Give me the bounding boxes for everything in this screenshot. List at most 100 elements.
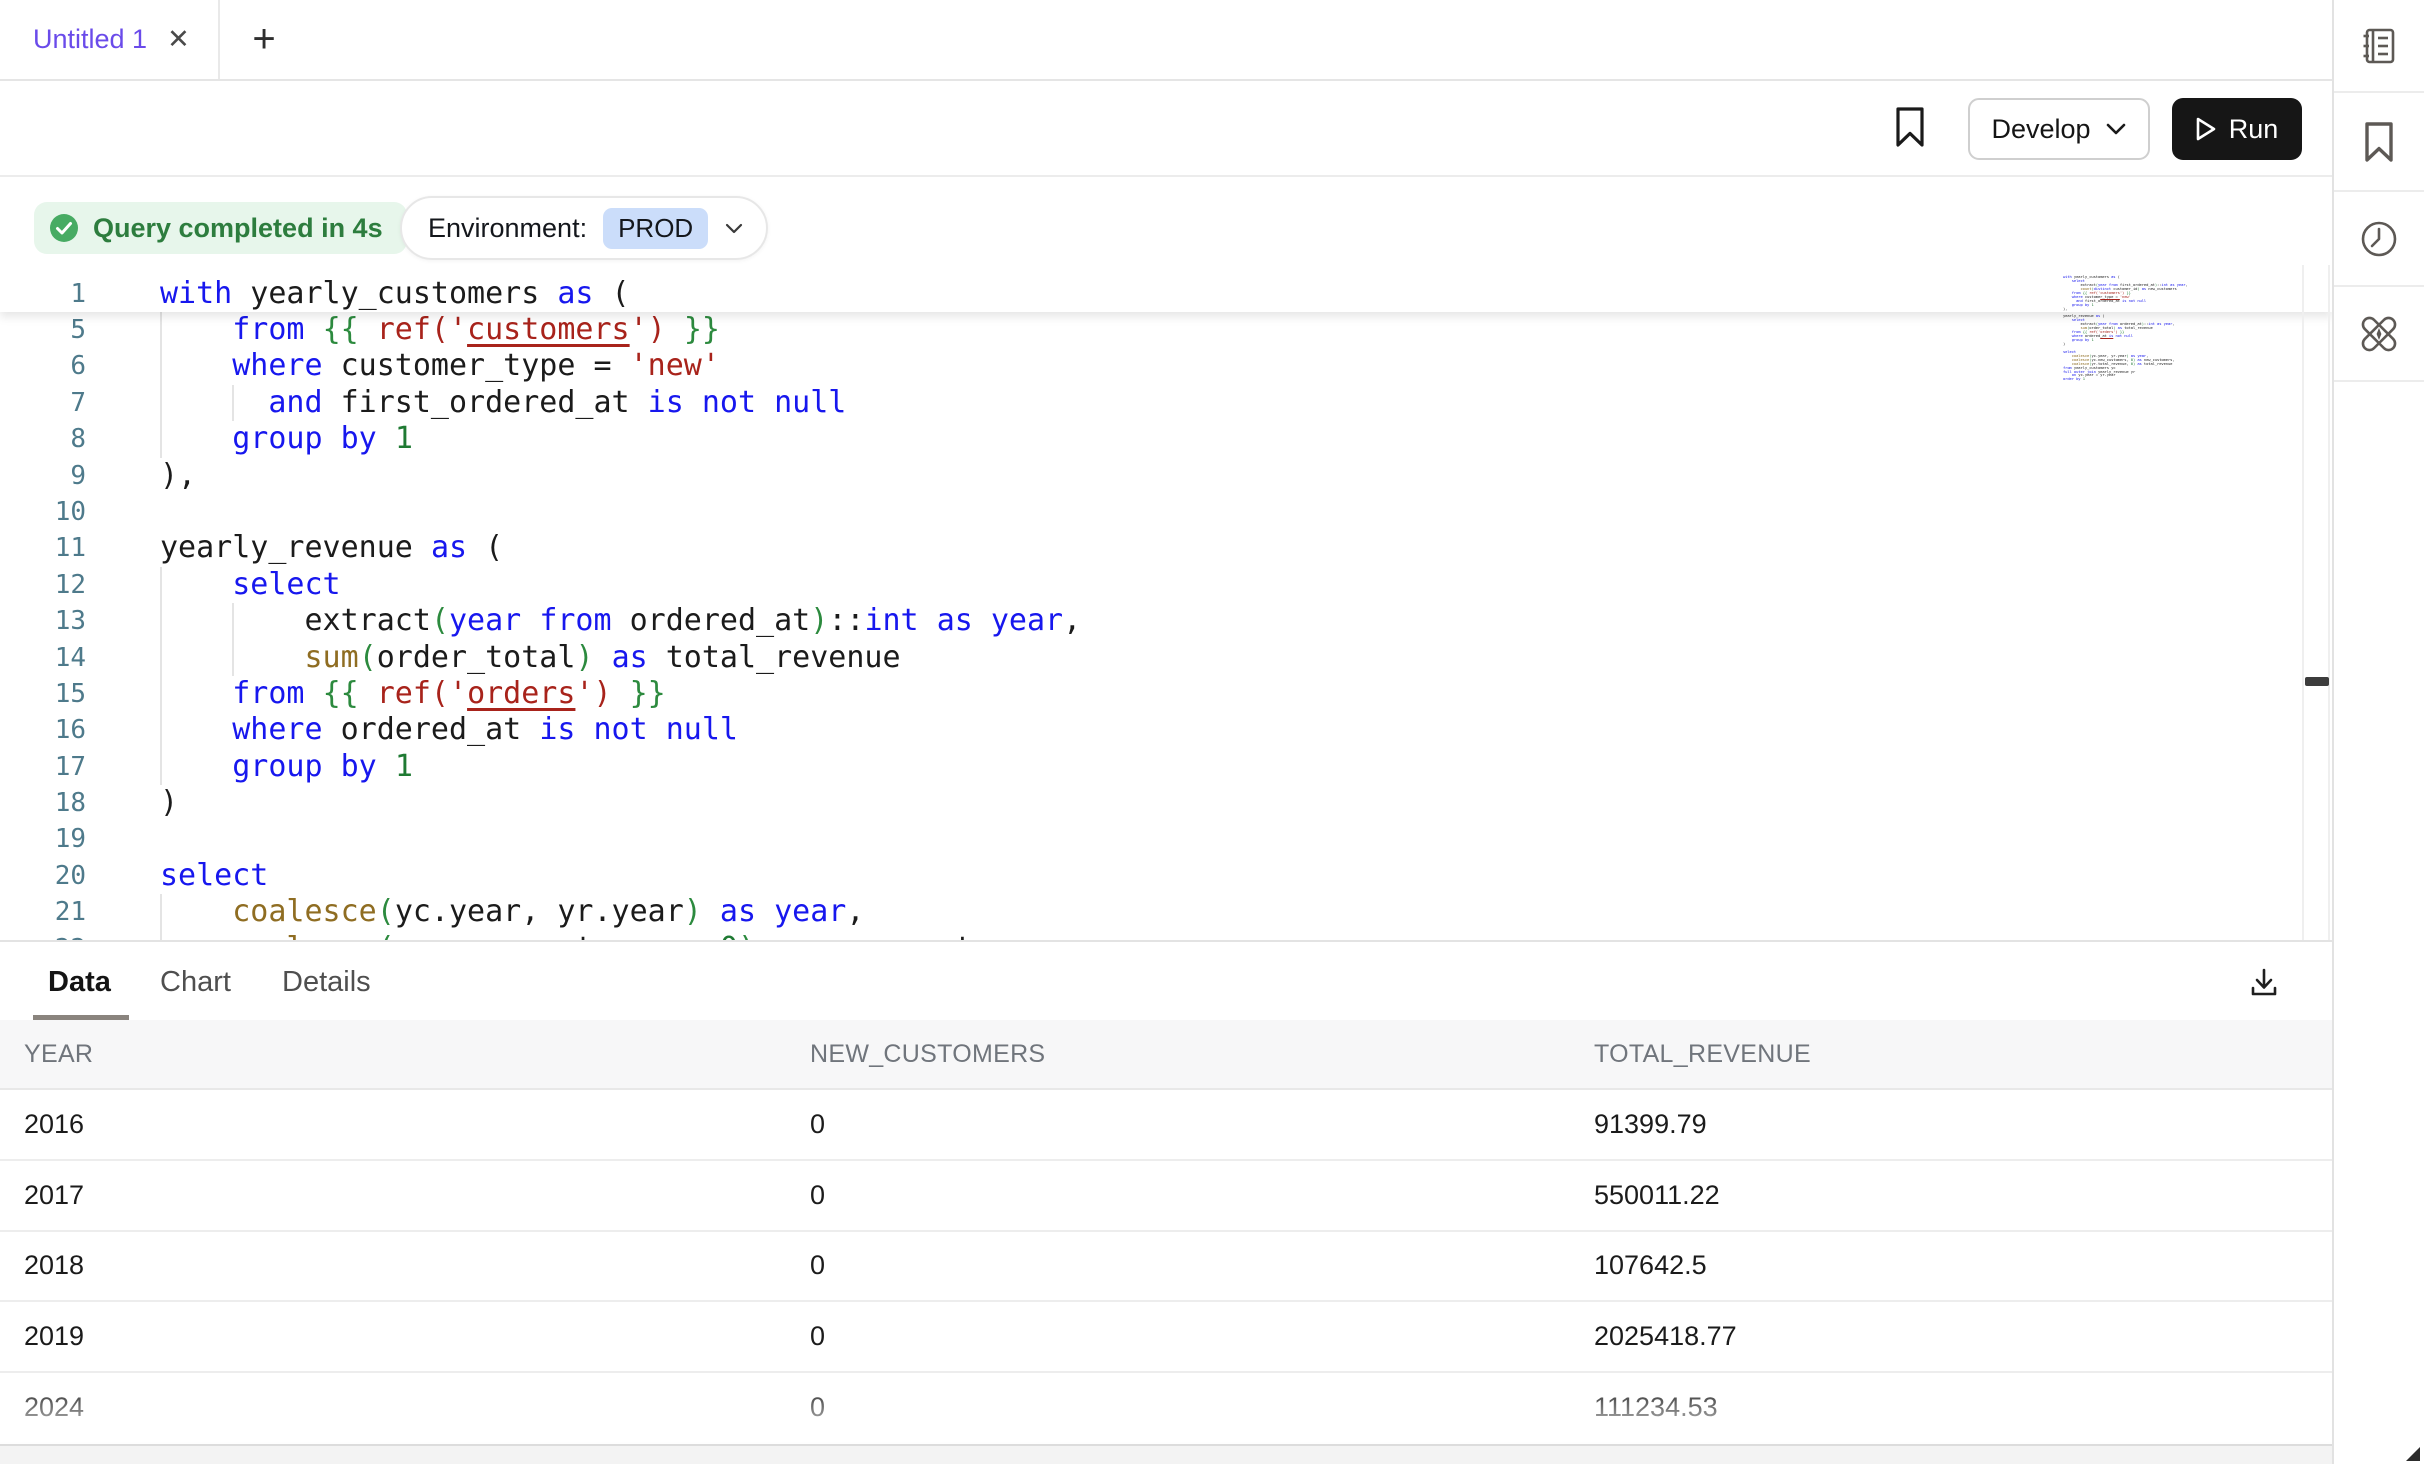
code-line[interactable]: 5 from {{ ref('customers') }} (0, 312, 2222, 348)
code-line[interactable]: 22 coalesce(yc.new_customers, 0) as new_… (0, 931, 2222, 940)
tab-close-icon[interactable]: ✕ (167, 24, 190, 55)
code-line[interactable]: 10 (0, 494, 2222, 530)
notebook-panel-button[interactable] (2334, 0, 2424, 93)
tab-untitled-1[interactable]: Untitled 1 ✕ (0, 0, 220, 79)
results-table-header: YEARNEW_CUSTOMERSTOTAL_REVENUE (0, 1020, 2332, 1090)
line-number: 21 (0, 894, 86, 930)
results-table-body: 2016091399.7920170550011.2220180107642.5… (0, 1090, 2332, 1444)
bookmark-icon (1890, 105, 1930, 149)
new-tab-button[interactable]: + (234, 0, 294, 79)
line-number: 9 (0, 458, 86, 494)
code-line[interactable]: 15 from {{ ref('orders') }} (0, 676, 2222, 712)
code-line[interactable]: 12 select (0, 567, 2222, 603)
query-status-row: Query completed in 4s Environment: PROD (0, 177, 2332, 265)
table-cell: 111234.53 (1594, 1392, 2332, 1423)
code-text: ) (160, 785, 178, 821)
sticky-code-line[interactable]: 1with yearly_customers as ( (0, 265, 2332, 312)
table-row: 2016091399.79 (0, 1090, 2332, 1161)
tab-chart[interactable]: Chart (160, 966, 231, 999)
ai-assistant-panel-button[interactable] (2334, 287, 2424, 382)
table-cell: 2024 (24, 1392, 810, 1423)
line-number: 12 (0, 567, 86, 603)
download-results-button[interactable] (2236, 954, 2292, 1010)
code-line[interactable]: 11yearly_revenue as ( (0, 530, 2222, 566)
code-line[interactable]: 16 where ordered_at is not null (0, 712, 2222, 748)
indent-guide (232, 603, 234, 639)
code-line[interactable]: 8 group by 1 (0, 421, 2222, 457)
indent-guide (160, 312, 162, 348)
line-number: 6 (0, 348, 86, 384)
code-text: with yearly_customers as ( (160, 276, 630, 312)
window-resize-grip[interactable] (2406, 1447, 2420, 1461)
code-text: select (160, 567, 341, 603)
history-panel-button[interactable] (2334, 192, 2424, 287)
table-cell: 2019 (24, 1321, 810, 1352)
editor-minimap[interactable]: with yearly_customers as ( select extrac… (2063, 275, 2183, 381)
indent-guide (160, 894, 162, 930)
code-text: and first_ordered_at is not null (160, 385, 846, 421)
environment-value-badge: PROD (603, 208, 708, 249)
code-line[interactable]: 19 (0, 821, 2222, 857)
develop-label: Develop (1991, 114, 2090, 145)
indent-guide (160, 348, 162, 384)
code-line[interactable]: 14 sum(order_total) as total_revenue (0, 640, 2222, 676)
run-button[interactable]: Run (2172, 98, 2302, 160)
line-number: 5 (0, 312, 86, 348)
table-cell: 0 (810, 1109, 1594, 1140)
line-number: 16 (0, 712, 86, 748)
code-text: coalesce(yc.new_customers, 0) as new_cus… (160, 931, 1081, 940)
query-status-badge: Query completed in 4s (34, 202, 407, 254)
history-clock-icon (2356, 216, 2402, 262)
code-line[interactable]: 6 where customer_type = 'new' (0, 348, 2222, 384)
plus-icon: + (252, 17, 275, 62)
table-cell: 2016 (24, 1109, 810, 1140)
code-line[interactable]: 17 group by 1 (0, 749, 2222, 785)
editor-scrollbar-track[interactable] (2302, 265, 2330, 940)
tab-details[interactable]: Details (282, 966, 371, 999)
code-lines[interactable]: 5 from {{ ref('customers') }}6 where cus… (0, 312, 2222, 940)
indent-guide (160, 567, 162, 603)
line-number: 18 (0, 785, 86, 821)
code-text: from {{ ref('customers') }} (160, 312, 720, 348)
line-number: 14 (0, 640, 86, 676)
editor-scrollbar-thumb[interactable] (2305, 677, 2329, 686)
table-cell: 2018 (24, 1250, 810, 1281)
sql-code-editor[interactable]: 5 from {{ ref('customers') }}6 where cus… (0, 265, 2332, 940)
code-text: ), (160, 458, 196, 494)
chevron-down-icon (724, 222, 744, 235)
code-line[interactable]: 20select (0, 858, 2222, 894)
indent-guide (160, 603, 162, 639)
indent-guide (232, 385, 234, 421)
check-circle-icon (48, 212, 80, 244)
download-icon (2246, 964, 2282, 1000)
code-line[interactable]: 1with yearly_customers as ( (0, 276, 2332, 312)
table-cell: 0 (810, 1392, 1594, 1423)
table-cell: 0 (810, 1180, 1594, 1211)
line-number: 7 (0, 385, 86, 421)
ai-sparkle-icon (2355, 310, 2403, 358)
indent-guide (160, 931, 162, 940)
bookmarks-panel-button[interactable] (2334, 93, 2424, 192)
code-line[interactable]: 13 extract(year from ordered_at)::int as… (0, 603, 2222, 639)
table-row: 20180107642.5 (0, 1232, 2332, 1303)
code-line[interactable]: 9), (0, 458, 2222, 494)
run-label: Run (2229, 114, 2279, 145)
column-header: TOTAL_REVENUE (1594, 1040, 2332, 1069)
code-text: sum(order_total) as total_revenue (160, 640, 901, 676)
indent-guide (160, 640, 162, 676)
environment-select[interactable]: Environment: PROD (400, 196, 768, 260)
indent-guide (232, 640, 234, 676)
code-line[interactable]: 18) (0, 785, 2222, 821)
code-text: where customer_type = 'new' (160, 348, 720, 384)
bookmark-button[interactable] (1886, 97, 1934, 157)
toolbar: Develop Run (0, 81, 2332, 177)
tab-data[interactable]: Data (48, 966, 111, 999)
horizontal-scrollbar-track[interactable] (0, 1444, 2332, 1464)
app-window: Untitled 1 ✕ + Develop Run (0, 0, 2424, 1464)
code-line[interactable]: 7 and first_ordered_at is not null (0, 385, 2222, 421)
code-text: group by 1 (160, 421, 413, 457)
table-cell: 107642.5 (1594, 1250, 2332, 1281)
code-line[interactable]: 21 coalesce(yc.year, yr.year) as year, (0, 894, 2222, 930)
develop-dropdown[interactable]: Develop (1968, 98, 2150, 160)
indent-guide (160, 712, 162, 748)
